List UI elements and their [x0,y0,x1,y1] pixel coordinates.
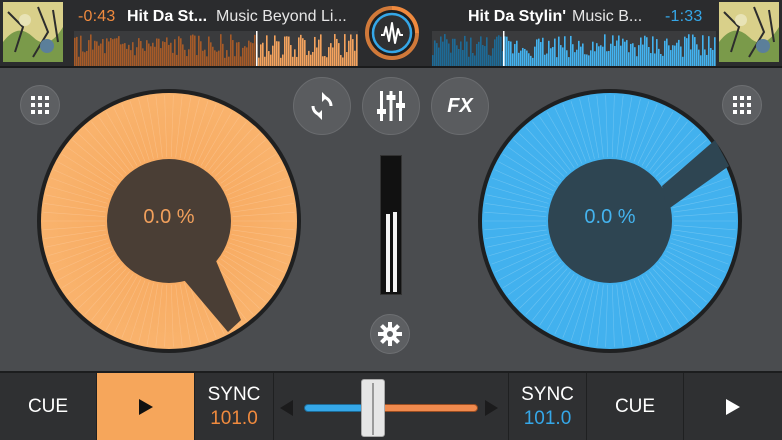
vu-bar-right [393,212,397,292]
waveform-right[interactable] [432,31,716,66]
cue-label-right: CUE [614,395,656,417]
waveform-left[interactable] [74,31,358,66]
cue-button-left[interactable]: CUE [0,373,97,440]
crossfader-knob[interactable] [361,379,385,437]
settings-button[interactable] [370,314,410,354]
album-cover-right[interactable] [719,2,779,62]
pitch-percent-left: 0.0 % [143,206,195,228]
time-remaining-left: -0:43 [78,8,116,25]
turntable-right[interactable]: 0.0 % [477,88,743,354]
turntable-left[interactable]: 0.0 % [36,88,302,354]
album-cover-left[interactable] [3,2,63,62]
crossfader-track-right [374,404,478,412]
fx-label: FX [447,94,473,117]
track-artist-left: Music Beyond Li... [216,8,347,25]
eq-sliders-icon [377,91,405,121]
crossfader[interactable] [274,373,508,440]
sync-label-left: SYNC [207,383,261,405]
vu-bar-left [386,214,390,292]
track-title-left: Hit Da St... [127,8,208,25]
play-icon [726,398,740,415]
time-remaining-right: -1:33 [665,8,703,25]
track-artist-right: Music B... [572,8,643,25]
crossfader-track-left [304,404,364,412]
cue-label-left: CUE [27,395,69,417]
play-icon [138,398,153,415]
mixer-button[interactable] [362,77,420,135]
sync-label-right: SYNC [521,383,574,405]
bpm-left: 101.0 [210,407,258,429]
play-button-left[interactable] [97,373,195,440]
crossfader-left-arrow-icon[interactable] [280,400,293,416]
bpm-right: 101.0 [523,407,572,429]
play-button-right[interactable] [684,373,782,440]
sync-button-left[interactable]: SYNC 101.0 [195,373,274,440]
vu-meter [380,155,402,295]
bottom-controls: CUE SYNC 101.0 SYNC 101.0 CUE [0,371,782,440]
top-bar: -0:43 Hit Da St... Music Beyond Li... Hi… [0,0,782,68]
crossfader-right-arrow-icon[interactable] [485,400,498,416]
gear-icon [378,322,402,346]
sync-button-right[interactable]: SYNC 101.0 [508,373,587,440]
track-title-right: Hit Da Stylin' [468,8,567,25]
pitch-percent-right: 0.0 % [584,206,636,228]
waveform-logo-icon[interactable] [364,5,420,61]
loop-sync-icon [311,92,333,120]
cue-button-right[interactable]: CUE [587,373,684,440]
